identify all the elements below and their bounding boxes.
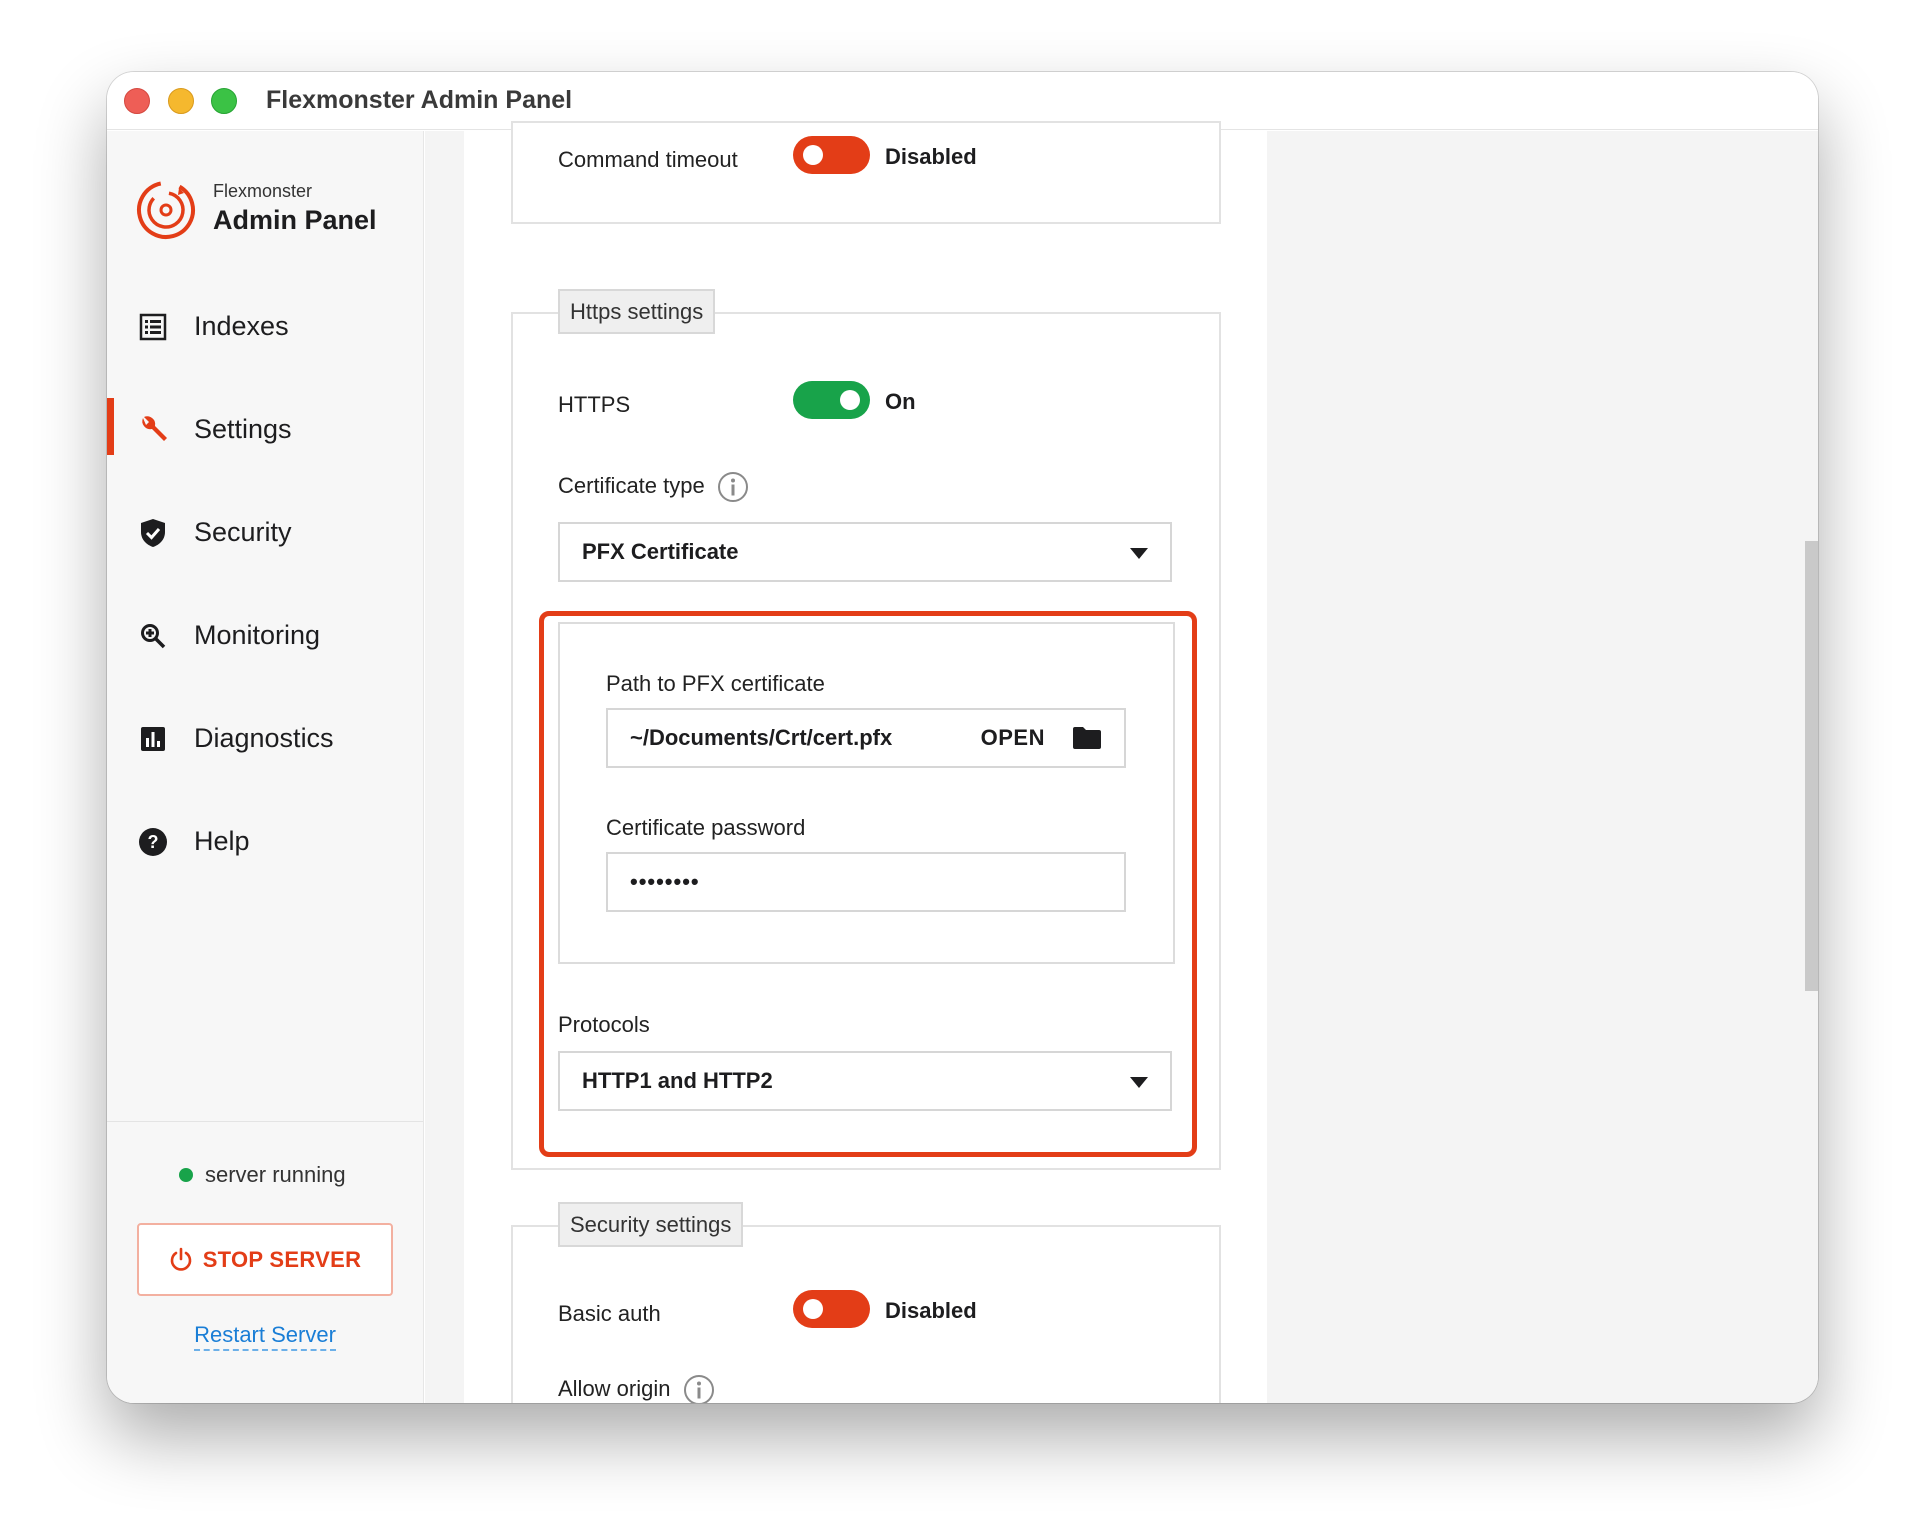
basic-auth-toggle[interactable] (793, 1290, 870, 1328)
https-label: HTTPS (558, 392, 631, 417)
app-window: Flexmonster Admin Panel Flexmonster Admi… (107, 72, 1818, 1403)
pfx-path-label: Path to PFX certificate (606, 671, 825, 696)
certificate-type-select[interactable]: PFX Certificate (558, 522, 1172, 582)
sidebar-item-diagnostics[interactable]: Diagnostics (107, 687, 423, 790)
security-settings-legend: Security settings (558, 1202, 744, 1247)
certificate-type-label: Certificate type (558, 471, 749, 503)
open-file-button[interactable]: OPEN (981, 710, 1102, 766)
sidebar-item-label: Indexes (194, 311, 289, 341)
shield-icon (137, 517, 169, 549)
command-timeout-toggle[interactable] (793, 136, 870, 174)
sidebar-item-label: Monitoring (194, 620, 321, 650)
sidebar-item-label: Help (194, 826, 250, 856)
https-settings-legend: Https settings (558, 289, 716, 334)
main-area: Command timeout Disabled HTTPS On Certif… (425, 121, 1818, 1403)
info-icon[interactable] (683, 1374, 715, 1403)
basic-auth-label: Basic auth (558, 1301, 661, 1326)
pfx-path-input[interactable]: ~/Documents/Crt/cert.pfx OPEN (606, 708, 1126, 768)
sidebar-footer: server running STOP SERVER Restart Serve… (107, 1121, 423, 1403)
minimize-window-button[interactable] (168, 88, 194, 114)
sidebar-item-settings[interactable]: Settings (107, 378, 423, 481)
scrollbar-thumb[interactable] (1805, 541, 1818, 991)
certificate-password-value: •••••••• (630, 869, 700, 894)
pfx-settings-box: Path to PFX certificate ~/Documents/Crt/… (558, 622, 1175, 964)
scrollbar[interactable] (1805, 131, 1818, 1403)
info-icon[interactable] (717, 471, 749, 503)
https-state: On (885, 389, 916, 414)
maximize-window-button[interactable] (211, 88, 237, 114)
wrench-icon (137, 414, 169, 446)
close-window-button[interactable] (124, 88, 150, 114)
stop-server-label: STOP SERVER (202, 1246, 362, 1272)
certificate-password-label: Certificate password (606, 815, 806, 840)
protocols-label: Protocols (558, 1012, 650, 1037)
restart-server-link[interactable]: Restart Server (194, 1322, 336, 1351)
flexmonster-logo-icon (137, 181, 195, 239)
search-icon (137, 620, 169, 652)
protocols-value: HTTP1 and HTTP2 (582, 1068, 773, 1093)
settings-content: Command timeout Disabled HTTPS On Certif… (464, 121, 1267, 1403)
brand-name-large: Admin Panel (213, 205, 377, 235)
status-dot-icon (179, 1168, 193, 1182)
command-timeout-state: Disabled (885, 144, 977, 169)
sidebar-item-monitoring[interactable]: Monitoring (107, 584, 423, 687)
protocols-select[interactable]: HTTP1 and HTTP2 (558, 1051, 1172, 1111)
open-file-label: OPEN (980, 725, 1045, 750)
https-toggle[interactable] (793, 381, 870, 419)
https-settings-card: HTTPS On Certificate type PFX Certificat… (511, 312, 1221, 1170)
sidebar-item-label: Settings (194, 414, 292, 444)
certificate-password-input[interactable]: •••••••• (606, 852, 1126, 912)
command-timeout-label: Command timeout (558, 147, 738, 172)
sidebar: Flexmonster Admin Panel Indexes Settings… (107, 131, 424, 1403)
chevron-down-icon (1130, 1077, 1148, 1088)
pfx-path-value: ~/Documents/Crt/cert.pfx (630, 725, 893, 750)
certificate-type-value: PFX Certificate (582, 539, 739, 564)
stop-server-button[interactable]: STOP SERVER (137, 1223, 393, 1296)
basic-auth-state: Disabled (885, 1298, 977, 1323)
sidebar-item-indexes[interactable]: Indexes (107, 275, 423, 378)
power-icon (170, 1247, 191, 1271)
sidebar-item-security[interactable]: Security (107, 481, 423, 584)
server-status: server running (179, 1162, 346, 1188)
sidebar-item-label: Security (194, 517, 292, 547)
server-status-text: server running (205, 1162, 346, 1187)
sidebar-nav: Indexes Settings Security Monitoring Dia… (107, 275, 423, 893)
bar-chart-icon (137, 723, 169, 755)
svg-text:?: ? (148, 832, 159, 852)
restart-server-link-wrap: Restart Server (107, 1322, 423, 1351)
security-settings-card: Basic auth Disabled Allow origin (511, 1225, 1221, 1403)
brand-name-small: Flexmonster (213, 181, 313, 201)
sidebar-item-label: Diagnostics (194, 723, 334, 753)
allow-origin-label: Allow origin (558, 1374, 715, 1403)
general-settings-card: Command timeout Disabled (511, 121, 1221, 224)
list-icon (137, 311, 169, 343)
window-title: Flexmonster Admin Panel (266, 86, 573, 114)
sidebar-item-help[interactable]: ? Help (107, 790, 423, 893)
chevron-down-icon (1130, 548, 1148, 559)
folder-icon (1073, 727, 1101, 749)
help-icon: ? (137, 826, 169, 858)
